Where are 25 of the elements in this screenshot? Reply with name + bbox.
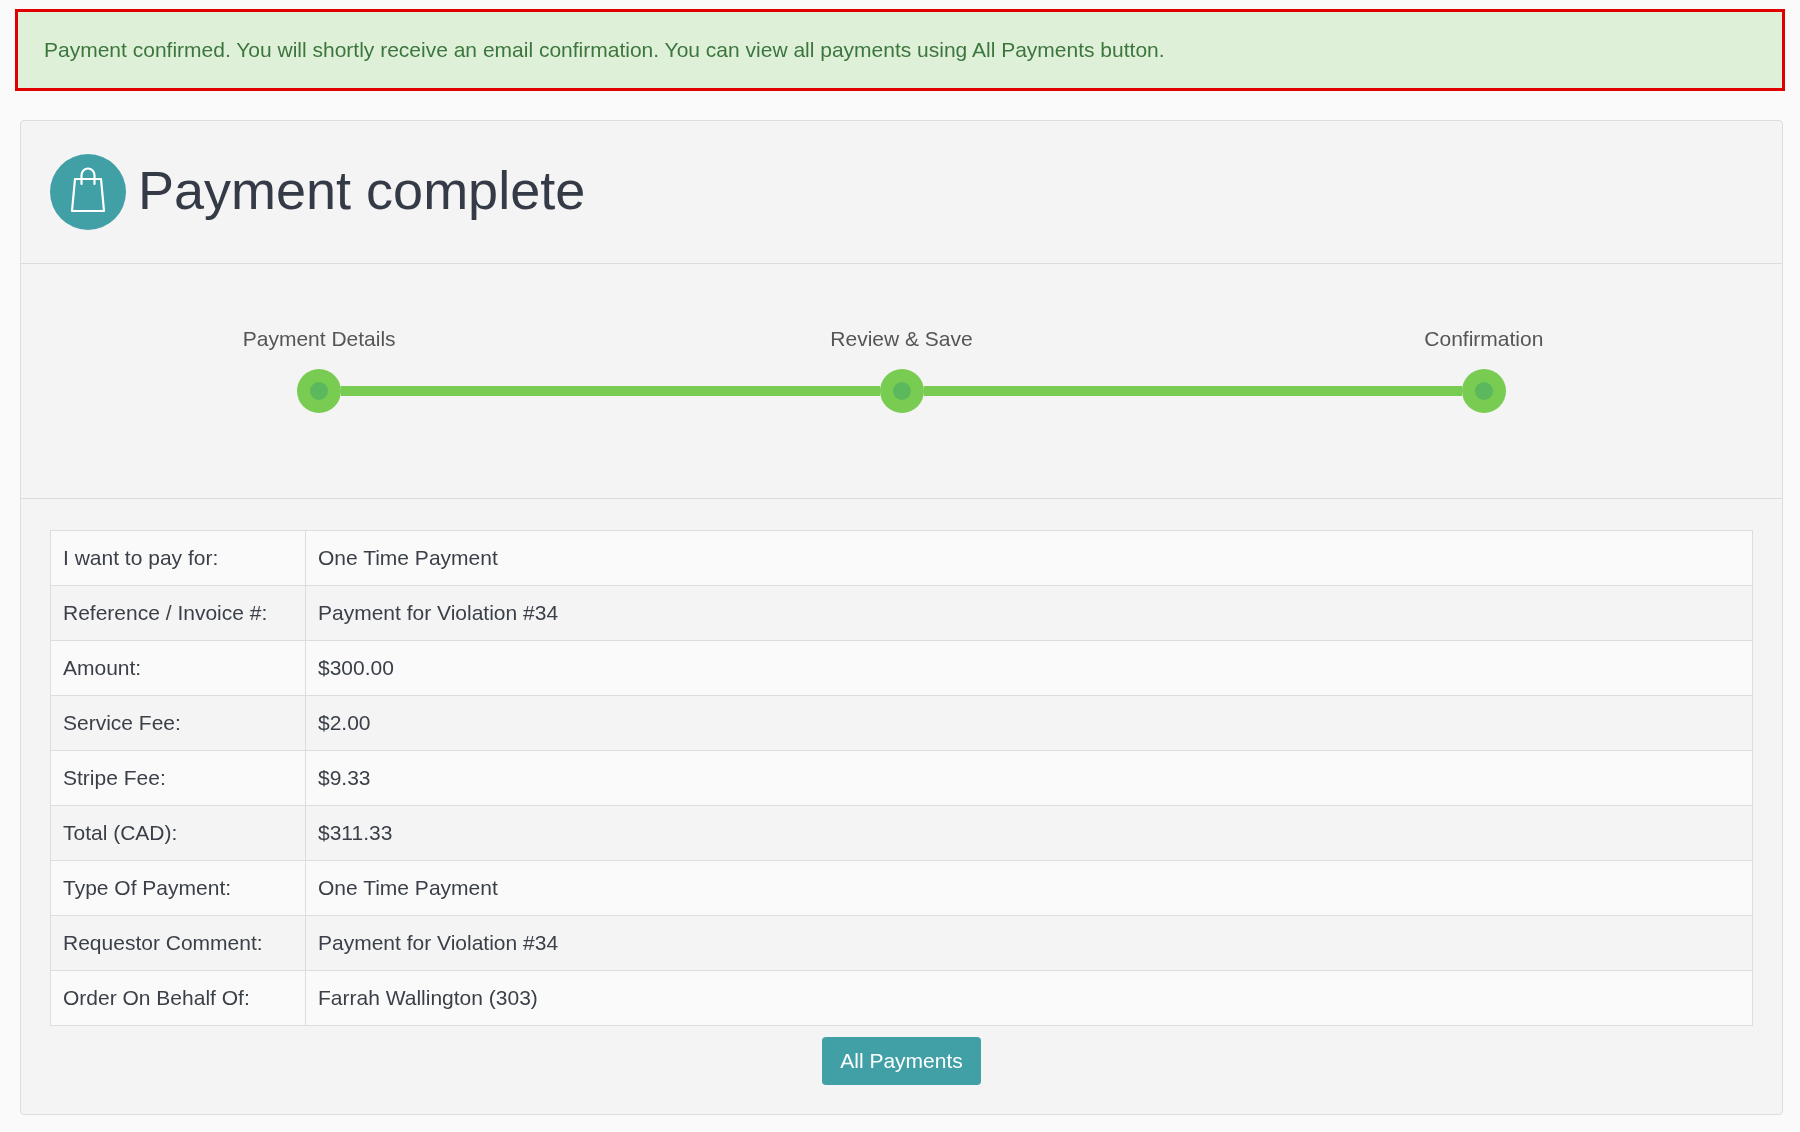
- page-title: Payment complete: [138, 163, 586, 221]
- table-cell: Stripe Fee:: [50, 750, 306, 806]
- table-cell: Order On Behalf Of:: [50, 970, 306, 1026]
- table-cell: $2.00: [305, 695, 1753, 751]
- step-label: Payment Details: [242, 327, 396, 351]
- table-cell: Reference / Invoice #:: [50, 585, 306, 641]
- step-label: Confirmation: [1424, 327, 1544, 351]
- table-cell: Farrah Wallington (303): [305, 970, 1753, 1026]
- table-cell: Service Fee:: [50, 695, 306, 751]
- table-cell: Payment for Violation #34: [305, 915, 1753, 971]
- table-cell: $9.33: [305, 750, 1753, 806]
- all-payments-button[interactable]: All Payments: [822, 1037, 981, 1085]
- step-label: Review & Save: [830, 327, 973, 351]
- table-cell: I want to pay for:: [50, 530, 306, 586]
- table-cell: Requestor Comment:: [50, 915, 306, 971]
- table-cell: Type Of Payment:: [50, 860, 306, 916]
- table-cell: One Time Payment: [305, 530, 1753, 586]
- table-cell: One Time Payment: [305, 860, 1753, 916]
- alert-message: Payment confirmed. You will shortly receive an email confirmation. You can view all payments using All Payments button.: [44, 37, 1165, 64]
- table-cell: Payment for Violation #34: [305, 585, 1753, 641]
- table-cell: $300.00: [305, 640, 1753, 696]
- table-cell: Total (CAD):: [50, 805, 306, 861]
- table-cell: Amount:: [50, 640, 306, 696]
- table-cell: $311.33: [305, 805, 1753, 861]
- shopping-bag-icon: [50, 154, 126, 230]
